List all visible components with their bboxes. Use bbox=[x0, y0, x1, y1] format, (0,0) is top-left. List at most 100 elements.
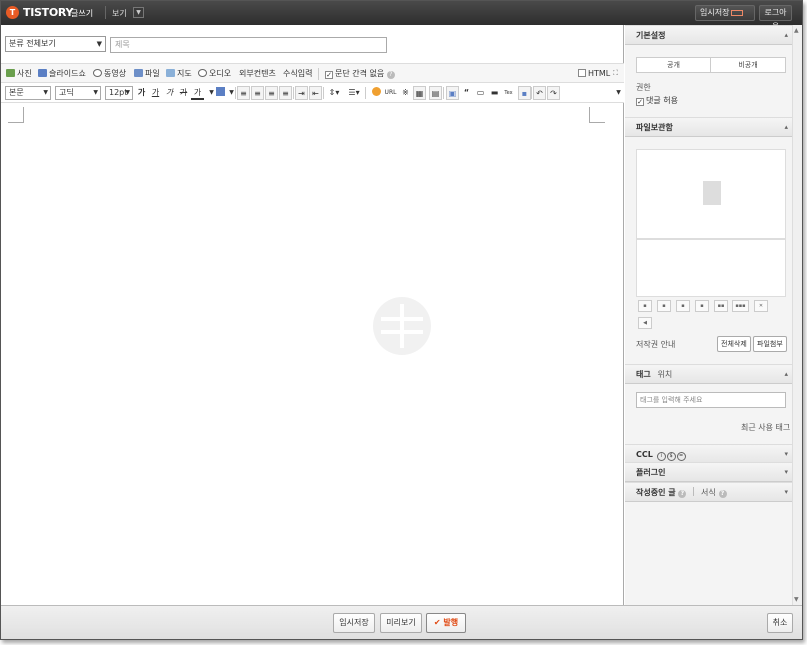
audio-icon[interactable]: ◀ bbox=[638, 317, 652, 329]
underline-button[interactable]: 가 bbox=[149, 86, 162, 100]
align-center-icon[interactable]: ≡ bbox=[251, 86, 264, 100]
paragraph-spacing-toggle[interactable]: ✓ 문단 간격 없음 ? bbox=[325, 68, 395, 79]
basic-settings-header[interactable]: 기본설정 ▴ bbox=[625, 25, 792, 45]
help-icon[interactable]: ? bbox=[678, 490, 687, 498]
tistory-logo-icon: T bbox=[6, 6, 19, 19]
bold-button[interactable]: 가 bbox=[135, 86, 148, 100]
title-input[interactable]: 제목 bbox=[110, 37, 387, 53]
outdent-icon[interactable]: ⇤ bbox=[309, 86, 322, 100]
external-content-button[interactable]: 외부컨텐츠 bbox=[239, 68, 276, 79]
map-button[interactable]: 지도 bbox=[166, 68, 192, 79]
indent-icon[interactable]: ⇥ bbox=[295, 86, 308, 100]
tag-input[interactable]: 태그를 입력해 주세요 bbox=[636, 392, 786, 408]
undo-icon[interactable]: ↶ bbox=[533, 86, 546, 100]
more-icon[interactable]: ▭ bbox=[474, 86, 487, 100]
quote-box-icon[interactable]: ▣ bbox=[446, 86, 459, 100]
fullscreen-icon[interactable]: ⛶ bbox=[613, 68, 618, 79]
special-char-icon[interactable]: ※ bbox=[399, 86, 412, 100]
cc-nc-icon: $ bbox=[666, 452, 676, 461]
collapse-icon[interactable]: ▴ bbox=[784, 365, 788, 384]
html-tag-icon[interactable]: Tex bbox=[502, 86, 515, 100]
line-height-icon[interactable]: ⇕▾ bbox=[325, 86, 343, 100]
html-toggle[interactable]: HTML bbox=[578, 68, 610, 79]
private-option[interactable]: 비공개 bbox=[711, 58, 785, 72]
box-icon[interactable]: ▤ bbox=[429, 86, 442, 100]
drafts-tab[interactable]: 작성중인 글 bbox=[636, 488, 676, 497]
plugin-header[interactable]: 플러그인 ▾ bbox=[625, 462, 792, 482]
chevron-down-icon[interactable]: ▼ bbox=[133, 7, 144, 18]
logout-button[interactable]: 로그아웃 bbox=[759, 5, 792, 31]
file-storage-header[interactable]: 파일보관함 ▴ bbox=[625, 117, 792, 137]
scroll-down-icon[interactable]: ▼ bbox=[794, 596, 799, 603]
category-select[interactable]: 분류 전체보기 ▼ bbox=[5, 36, 106, 52]
writing-header[interactable]: 작성중인 글 ? 서식 ? ▾ bbox=[625, 482, 792, 502]
allow-comments-toggle[interactable]: ✓ 댓글 허용 bbox=[636, 95, 678, 106]
align-justify-icon[interactable]: ≡ bbox=[279, 86, 292, 100]
temp-save-label: 임시저장 bbox=[700, 8, 730, 17]
photo-button[interactable]: 사진 bbox=[6, 68, 32, 79]
align-right-icon[interactable]: ▪ bbox=[676, 300, 690, 312]
sidebar-scrollbar[interactable]: ▲ ▼ bbox=[792, 25, 802, 605]
copyright-link[interactable]: 저작권 안내 bbox=[636, 339, 675, 350]
font-family-select[interactable]: 고딕 ▼ bbox=[55, 86, 101, 100]
audio-button[interactable]: 오디오 bbox=[198, 68, 231, 79]
quote-icon[interactable]: “ bbox=[460, 86, 473, 100]
recent-tags-link[interactable]: 최근 사용 태그 bbox=[741, 422, 790, 433]
layout-icon[interactable]: ▪ bbox=[695, 300, 709, 312]
delete-icon[interactable]: ✕ bbox=[754, 300, 768, 312]
help-icon[interactable]: ? bbox=[386, 71, 395, 79]
save-icon[interactable]: ▪ bbox=[518, 86, 531, 100]
slideshow-button[interactable]: 슬라이드쇼 bbox=[38, 68, 86, 79]
help-icon[interactable]: ? bbox=[718, 490, 727, 498]
video-button[interactable]: 동영상 bbox=[93, 68, 126, 79]
sidebar: 기본설정 ▴ 공개 비공개 권한 ✓ 댓글 허용 파일보관함 ▴ ▪ ▪ ▪ ▪ … bbox=[625, 25, 802, 605]
brand-name[interactable]: TISTORY bbox=[23, 6, 73, 19]
align-center-icon[interactable]: ▪ bbox=[657, 300, 671, 312]
align-left-icon[interactable]: ▪ bbox=[638, 300, 652, 312]
tag-header[interactable]: 태그 위치 ▴ bbox=[625, 364, 792, 384]
file-list[interactable] bbox=[636, 239, 786, 297]
delete-all-button[interactable]: 전체삭제 bbox=[717, 336, 751, 352]
paragraph-style-select[interactable]: 본문 ▼ bbox=[5, 86, 51, 100]
align-left-icon[interactable]: ≡ bbox=[237, 86, 250, 100]
redo-icon[interactable]: ↷ bbox=[547, 86, 560, 100]
layout-triple-icon[interactable]: ▪▪▪ bbox=[732, 300, 749, 312]
temp-save-button[interactable]: 임시저장 bbox=[333, 613, 375, 633]
tag-tab[interactable]: 태그 bbox=[636, 370, 651, 379]
content-body[interactable] bbox=[1, 103, 623, 605]
table-icon[interactable]: ▦ bbox=[413, 86, 426, 100]
checkbox-icon bbox=[578, 69, 586, 77]
editor-window: T TISTORY 글쓰기 보기 ▼ 임시저장 ▼ 로그아웃 분류 전체보기 ▼… bbox=[0, 0, 803, 640]
ccl-header[interactable]: CCL i $ = ▾ bbox=[625, 444, 792, 464]
font-family-value: 고딕 bbox=[59, 88, 74, 97]
expand-icon[interactable]: ▾ bbox=[784, 483, 788, 502]
align-right-icon[interactable]: ≡ bbox=[265, 86, 278, 100]
temp-save-list-button[interactable]: 임시저장 ▼ bbox=[695, 5, 755, 31]
text-color-button[interactable]: 가 bbox=[191, 86, 204, 100]
publish-button[interactable]: ✔ 발행 bbox=[426, 613, 466, 633]
url-button[interactable]: URL bbox=[382, 86, 399, 100]
page-break-icon[interactable]: ▬ bbox=[488, 86, 501, 100]
list-icon[interactable]: ☰▾ bbox=[345, 86, 363, 100]
formula-button[interactable]: 수식입력 bbox=[283, 68, 312, 79]
collapse-icon[interactable]: ▴ bbox=[784, 118, 788, 137]
scroll-up-icon[interactable]: ▲ bbox=[794, 27, 799, 34]
font-size-select[interactable]: 12pt ▼ bbox=[105, 86, 133, 100]
basic-settings-title: 기본설정 bbox=[636, 31, 666, 40]
cc-by-icon: i bbox=[656, 452, 666, 461]
attach-file-button[interactable]: 파일첨부 bbox=[753, 336, 787, 352]
cancel-button[interactable]: 취소 bbox=[767, 613, 793, 633]
chevron-down-icon[interactable]: ▼ bbox=[612, 86, 625, 100]
preview-button[interactable]: 미리보기 bbox=[380, 613, 422, 633]
italic-button[interactable]: 가 bbox=[163, 86, 176, 100]
photo-icon bbox=[6, 69, 15, 77]
strikethrough-button[interactable]: 가 bbox=[177, 86, 190, 100]
expand-icon[interactable]: ▾ bbox=[784, 463, 788, 482]
file-button[interactable]: 파일 bbox=[134, 68, 160, 79]
public-option[interactable]: 공개 bbox=[637, 58, 711, 72]
view-menu-label[interactable]: 보기 bbox=[112, 8, 127, 19]
location-tab[interactable]: 위치 bbox=[658, 370, 673, 379]
collapse-icon[interactable]: ▴ bbox=[784, 26, 788, 45]
layout-double-icon[interactable]: ▪▪ bbox=[714, 300, 728, 312]
templates-tab[interactable]: 서식 bbox=[701, 488, 716, 497]
